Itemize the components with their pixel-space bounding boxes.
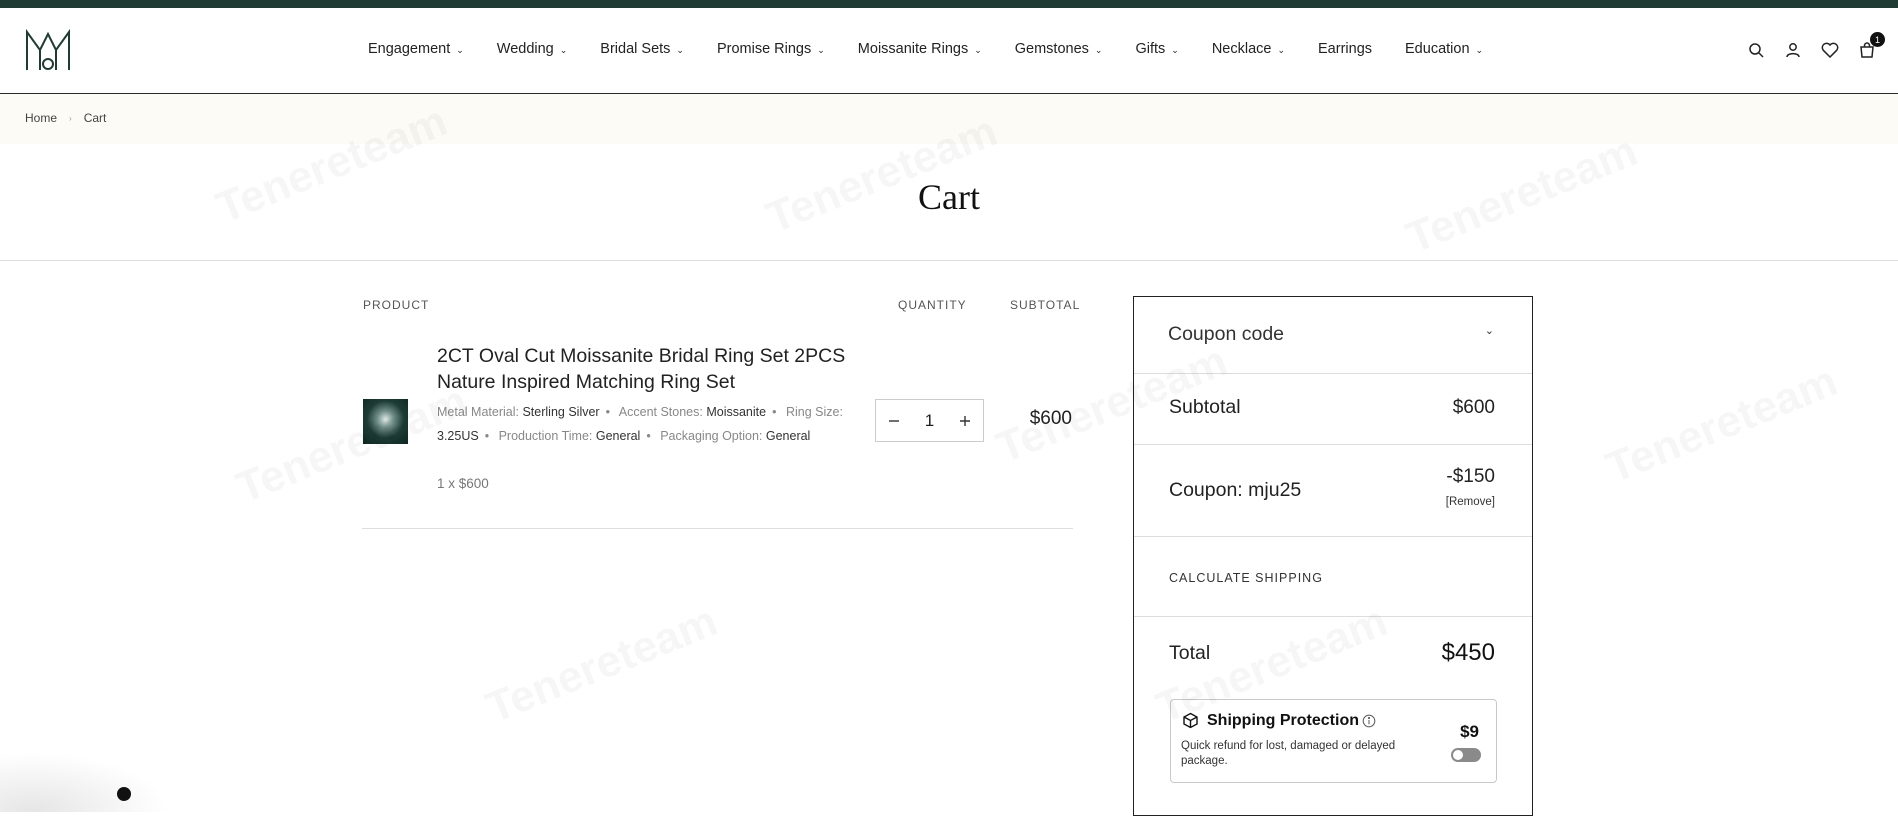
search-icon[interactable] bbox=[1745, 39, 1767, 61]
product-thumbnail[interactable] bbox=[363, 399, 408, 444]
production-label: Production Time: bbox=[498, 429, 593, 443]
page-title: Cart bbox=[918, 177, 980, 217]
package-icon bbox=[1182, 712, 1199, 734]
coupon-discount-value: -$150 bbox=[1446, 466, 1495, 487]
increase-quantity-button[interactable] bbox=[947, 400, 983, 441]
line-subtotal: $600 bbox=[1029, 408, 1072, 429]
metal-label: Metal Material: bbox=[437, 405, 519, 419]
nav-label: Bridal Sets bbox=[600, 41, 671, 57]
chevron-down-icon: ⌄ bbox=[1171, 44, 1179, 55]
shipping-protection-description: Quick refund for lost, damaged or delaye… bbox=[1181, 740, 1396, 767]
chevron-down-icon: ⌄ bbox=[676, 44, 684, 55]
total-value: $450 bbox=[1441, 639, 1495, 666]
divider bbox=[362, 528, 1073, 529]
nav-label: Wedding bbox=[496, 41, 554, 57]
chevron-down-icon: ⌄ bbox=[1277, 44, 1286, 55]
nav-label: Engagement bbox=[368, 41, 451, 57]
cart-count-badge: 1 bbox=[1870, 32, 1885, 47]
subtotal-column-header: SUBTOTAL bbox=[1010, 298, 1081, 312]
product-column-header: PRODUCT bbox=[363, 298, 430, 312]
nav-moissanite-rings[interactable]: Moissanite Rings ⌄ bbox=[858, 41, 982, 57]
breadcrumb-home-link[interactable]: Home bbox=[25, 111, 57, 125]
chevron-down-icon: ⌄ bbox=[1094, 44, 1103, 55]
chat-launcher-button[interactable] bbox=[117, 787, 131, 801]
metal-value: Sterling Silver bbox=[522, 405, 600, 419]
main-navigation: Engagement ⌄ Wedding ⌄ Bridal Sets ⌄ Promis… bbox=[368, 41, 1483, 57]
top-accent-bar bbox=[0, 0, 1898, 8]
watermark-text: Tenereteam bbox=[1600, 356, 1845, 494]
chat-widget-shadow bbox=[0, 752, 170, 812]
quantity-column-header: QUANTITY bbox=[898, 298, 967, 312]
coupon-code-toggle[interactable]: Coupon code ⌄ bbox=[1134, 297, 1532, 374]
brand-logo[interactable] bbox=[24, 26, 72, 74]
coupon-applied-label: Coupon: mju25 bbox=[1169, 479, 1302, 501]
plus-icon bbox=[960, 415, 970, 426]
chevron-down-icon: ⌄ bbox=[817, 44, 825, 55]
quantity-stepper bbox=[875, 399, 984, 442]
production-value: General bbox=[595, 429, 641, 443]
nav-wedding[interactable]: Wedding ⌄ bbox=[497, 41, 568, 57]
subtotal-label: Subtotal bbox=[1169, 396, 1241, 418]
remove-coupon-link[interactable]: [Remove] bbox=[1446, 496, 1495, 508]
nav-necklace[interactable]: Necklace ⌄ bbox=[1212, 41, 1285, 57]
nav-gemstones[interactable]: Gemstones ⌄ bbox=[1015, 41, 1103, 57]
total-label: Total bbox=[1169, 642, 1211, 664]
divider bbox=[0, 260, 1898, 261]
shipping-protection-toggle[interactable] bbox=[1451, 748, 1481, 762]
nav-gifts[interactable]: Gifts ⌄ bbox=[1135, 41, 1178, 57]
header-actions: 1 bbox=[1745, 32, 1885, 61]
chevron-down-icon: ⌄ bbox=[456, 44, 464, 55]
ring-size-value: 3.25US bbox=[437, 429, 479, 443]
ring-size-label: Ring Size: bbox=[785, 405, 843, 419]
coupon-code-label: Coupon code bbox=[1168, 323, 1285, 345]
toggle-knob bbox=[1453, 750, 1463, 760]
chevron-down-icon: ⌄ bbox=[559, 44, 568, 55]
nav-label: Moissanite Rings bbox=[857, 41, 969, 57]
accent-value: Moissanite bbox=[706, 405, 767, 419]
watermark-text: Tenereteam bbox=[480, 596, 725, 734]
chevron-down-icon: ⌄ bbox=[1484, 325, 1494, 337]
nav-label: Gemstones bbox=[1014, 41, 1089, 57]
nav-label: Necklace bbox=[1211, 41, 1272, 57]
nav-bridal-sets[interactable]: Bridal Sets ⌄ bbox=[600, 41, 684, 57]
chevron-down-icon: ⌄ bbox=[1475, 44, 1484, 55]
order-summary: Coupon code ⌄ Subtotal $600 Coupon: mju2… bbox=[1133, 296, 1533, 816]
packaging-label: Packaging Option: bbox=[660, 429, 763, 443]
breadcrumb-separator-icon: › bbox=[69, 113, 72, 123]
shipping-protection-price: $9 bbox=[1460, 722, 1479, 741]
total-row: Total $450 bbox=[1134, 616, 1532, 692]
product-variant-details: Metal Material: Sterling Silver • Accent … bbox=[437, 405, 843, 443]
accent-label: Accent Stones: bbox=[618, 405, 703, 419]
packaging-value: General bbox=[765, 429, 811, 443]
nav-label: Gifts bbox=[1135, 41, 1166, 57]
nav-promise-rings[interactable]: Promise Rings ⌄ bbox=[717, 41, 825, 57]
info-icon[interactable] bbox=[1362, 714, 1376, 733]
product-title[interactable]: 2CT Oval Cut Moissanite Bridal Ring Set … bbox=[437, 343, 857, 395]
nav-label: Earrings bbox=[1318, 41, 1373, 57]
breadcrumb-current: Cart bbox=[83, 111, 107, 125]
chevron-down-icon: ⌄ bbox=[974, 44, 982, 55]
shipping-protection-widget: Shipping Protection Quick refund for los… bbox=[1170, 699, 1497, 783]
coupon-row: Coupon: mju25 -$150 [Remove] bbox=[1134, 444, 1532, 537]
subtotal-row: Subtotal $600 bbox=[1134, 373, 1532, 445]
subtotal-value: $600 bbox=[1452, 397, 1495, 418]
heart-icon[interactable] bbox=[1819, 39, 1841, 61]
breadcrumb: Home › Cart bbox=[0, 94, 1898, 144]
shipping-protection-title: Shipping Protection bbox=[1207, 712, 1359, 729]
site-header: Engagement ⌄ Wedding ⌄ Bridal Sets ⌄ Promis… bbox=[0, 8, 1898, 94]
nav-education[interactable]: Education ⌄ bbox=[1405, 41, 1483, 57]
decrease-quantity-button[interactable] bbox=[876, 400, 912, 441]
nav-engagement[interactable]: Engagement ⌄ bbox=[368, 41, 464, 57]
nav-label: Education bbox=[1405, 41, 1470, 57]
unit-price-line: 1 x $600 bbox=[437, 476, 489, 491]
cart-icon[interactable]: 1 bbox=[1856, 32, 1885, 61]
nav-label: Promise Rings bbox=[716, 41, 812, 57]
calculate-shipping-link[interactable]: CALCULATE SHIPPING bbox=[1169, 571, 1323, 585]
nav-earrings[interactable]: Earrings bbox=[1318, 41, 1372, 57]
minus-icon bbox=[889, 419, 899, 422]
quantity-input[interactable] bbox=[912, 409, 947, 432]
account-icon[interactable] bbox=[1782, 39, 1804, 61]
calculate-shipping-row: CALCULATE SHIPPING bbox=[1134, 536, 1532, 617]
